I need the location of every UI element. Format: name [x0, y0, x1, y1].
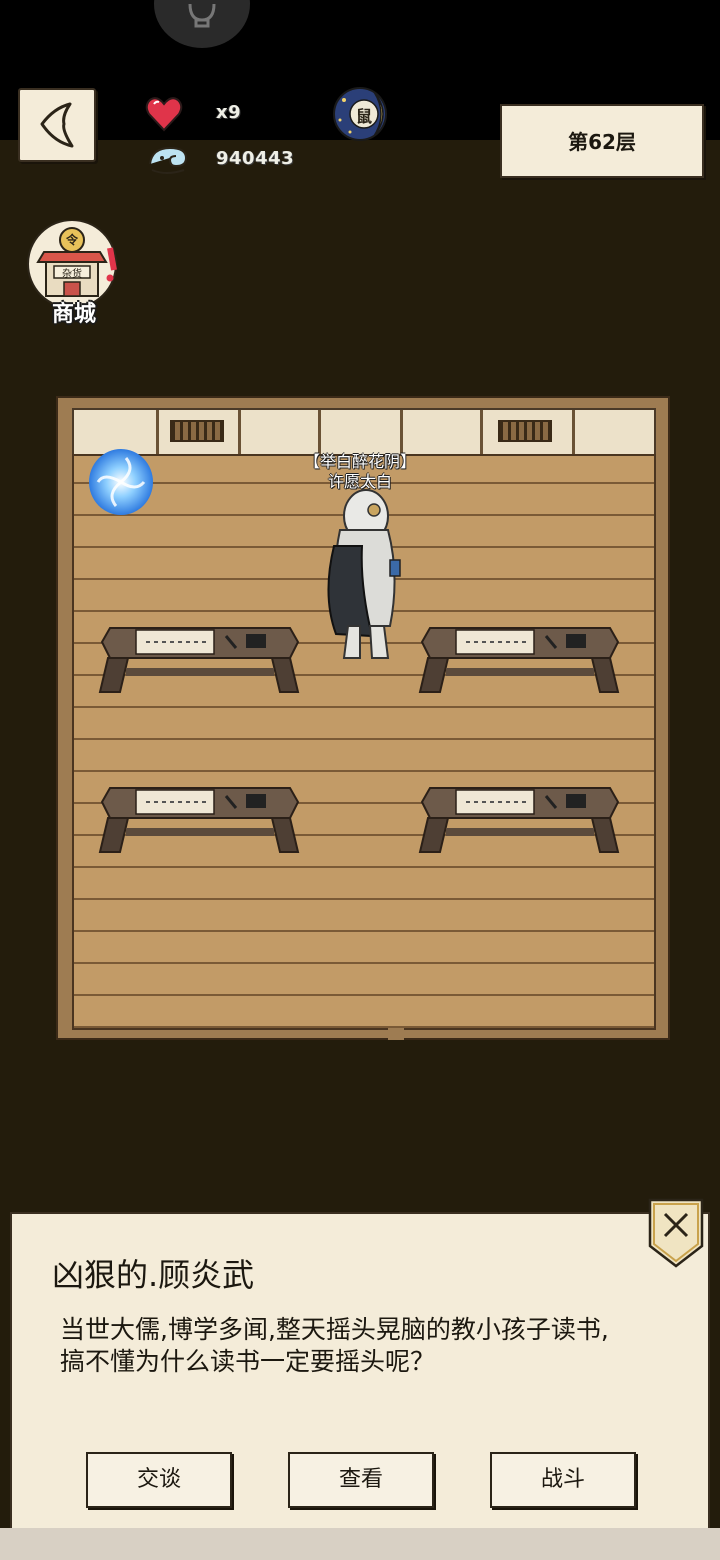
floor-label: 第62层 [568, 130, 636, 154]
wall-seam [238, 410, 241, 454]
floor-indicator: 第62层 [500, 104, 704, 178]
npc-dialog: 凶狠的.顾炎武 当世大儒,博学多闻,整天摇头晃脑的教小孩子读书, 搞不懂为什么读… [10, 1212, 710, 1530]
back-icon [40, 102, 74, 148]
bulb-icon [188, 3, 216, 28]
shop-coin-glyph: 令 [65, 233, 78, 247]
study-desk [416, 622, 622, 698]
wall-seam [480, 410, 483, 454]
spirit-icon [149, 146, 188, 174]
npc-title: 【举白醉花阴】 [303, 452, 416, 471]
shop-label: 商城 [51, 302, 96, 327]
shop-button[interactable]: 令 杂货 商城 [24, 219, 124, 327]
wall-seam [400, 410, 403, 454]
dialog-body-line: 当世大儒,博学多闻,整天摇头晃脑的教小孩子读书, [60, 1315, 609, 1344]
camera-cutout [154, 0, 250, 48]
currency-amount: 940443 [216, 148, 295, 169]
moon-badge-glyph: 鼠 [355, 107, 372, 126]
close-icon[interactable] [646, 1196, 706, 1270]
wall-seam [318, 410, 321, 454]
room-back-wall [72, 408, 656, 456]
heart-icon [145, 97, 183, 132]
moon-zodiac-icon[interactable]: 鼠 [330, 84, 392, 144]
shop-sign-text: 杂货 [62, 269, 82, 280]
lives-count: x9 [216, 102, 242, 123]
dialog-body: 当世大儒,博学多闻,整天摇头晃脑的教小孩子读书, 搞不懂为什么读书一定要摇头呢？ [60, 1314, 680, 1378]
dialog-body-line: 搞不懂为什么读书一定要摇头呢？ [60, 1347, 436, 1376]
npc-character[interactable] [320, 486, 406, 666]
dialog-footer [0, 1528, 720, 1560]
back-button[interactable] [18, 88, 96, 162]
fight-button[interactable]: 战斗 [490, 1452, 636, 1508]
room-exit [388, 1028, 404, 1040]
study-desk [96, 782, 302, 858]
inspect-button[interactable]: 查看 [288, 1452, 434, 1508]
wall-seam [156, 410, 159, 454]
wall-vent [498, 420, 552, 442]
study-desk [416, 782, 622, 858]
wall-seam [572, 410, 575, 454]
portal-icon[interactable] [86, 446, 156, 518]
talk-button[interactable]: 交谈 [86, 1452, 232, 1508]
dialog-title: 凶狠的.顾炎武 [52, 1256, 255, 1294]
study-desk [96, 622, 302, 698]
wall-vent [170, 420, 224, 442]
